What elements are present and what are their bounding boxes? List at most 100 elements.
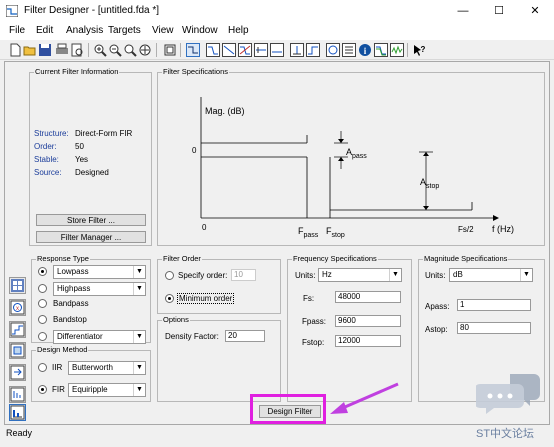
window-title: Filter Designer - [untitled.fda *]	[24, 5, 160, 16]
round-off-noise-icon[interactable]	[390, 43, 404, 57]
whats-this-icon[interactable]: ?	[412, 43, 426, 57]
fpass-field[interactable]: 9600	[335, 315, 401, 327]
apass-label: Apass	[346, 147, 367, 160]
astop-arrowhead-top	[423, 152, 429, 156]
maximize-button[interactable]: ☐	[484, 1, 514, 21]
title-bar: Filter Designer - [untitled.fda *] — ☐ ✕	[0, 0, 554, 22]
filter-order-title: Filter Order	[162, 254, 202, 263]
menu-window[interactable]: Window	[182, 25, 218, 36]
chevron-down-icon: ▼	[133, 331, 145, 343]
print-preview-icon[interactable]	[70, 43, 84, 57]
source-value: Designed	[75, 168, 109, 177]
phase-delay-icon[interactable]	[270, 43, 284, 57]
chevron-down-icon: ▼	[133, 266, 145, 278]
phase-response-icon[interactable]	[222, 43, 236, 57]
filter-manager-button[interactable]: Filter Manager ...	[36, 231, 146, 243]
structure-label: Structure:	[34, 129, 69, 138]
chevron-down-icon: ▼	[133, 362, 145, 374]
design-filter-panel-icon[interactable]	[9, 277, 26, 294]
chevron-down-icon: ▼	[133, 384, 145, 396]
astop-field[interactable]: 80	[457, 322, 531, 334]
design-filter-button[interactable]: Design Filter	[259, 405, 321, 418]
import-filter-icon[interactable]	[9, 364, 26, 381]
open-icon[interactable]	[23, 43, 37, 57]
group-delay-icon[interactable]	[254, 43, 268, 57]
density-factor-field[interactable]: 20	[225, 330, 265, 342]
bandpass-radio[interactable]	[38, 299, 47, 308]
zoom-fit-icon[interactable]	[123, 43, 137, 57]
chevron-down-icon: ▼	[389, 269, 401, 281]
apass-arrowhead-bottom	[338, 157, 344, 161]
save-icon[interactable]	[38, 43, 52, 57]
filter-info-icon[interactable]: i	[358, 43, 372, 57]
minimum-order-radio[interactable]	[165, 294, 174, 303]
stable-label: Stable:	[34, 155, 59, 164]
quantization-icon[interactable]	[9, 321, 26, 338]
magnitude-response-icon[interactable]	[206, 43, 220, 57]
store-filter-button[interactable]: Store Filter ...	[36, 214, 146, 226]
astop-label: Astop	[420, 177, 440, 190]
multirate-icon[interactable]	[9, 386, 26, 403]
fstop-field-label: Fstop:	[302, 338, 325, 347]
y-zero-label: 0	[192, 146, 197, 155]
differentiator-dropdown[interactable]: Differentiator ▼	[53, 330, 146, 344]
filter-specs-icon[interactable]	[186, 43, 200, 57]
apass-arrowhead-top	[338, 139, 344, 143]
bandpass-label: Bandpass	[53, 299, 89, 308]
full-view-icon[interactable]	[163, 43, 177, 57]
pole-zero-icon[interactable]	[326, 43, 340, 57]
fs-label: Fs:	[303, 294, 315, 303]
iir-label: IIR	[52, 363, 63, 372]
fs2-label: Fs/2	[458, 225, 474, 234]
apass-field[interactable]: 1	[457, 299, 531, 311]
impulse-response-icon[interactable]	[290, 43, 304, 57]
magnitude-estimate-icon[interactable]	[374, 43, 388, 57]
menu-view[interactable]: View	[152, 25, 174, 36]
y-axis-label: Mag. (dB)	[205, 106, 245, 116]
lowpass-dropdown[interactable]: Lowpass ▼	[53, 265, 146, 279]
highpass-dropdown[interactable]: Highpass ▼	[53, 282, 146, 296]
pan-icon[interactable]	[138, 43, 152, 57]
x-axis-label: f (Hz)	[492, 224, 514, 234]
bandstop-radio[interactable]	[38, 315, 47, 324]
new-icon[interactable]	[8, 43, 22, 57]
x-zero-label: 0	[202, 223, 207, 232]
astop-arrowhead-bottom	[423, 206, 429, 210]
differentiator-radio[interactable]	[38, 332, 47, 341]
minimize-button[interactable]: —	[448, 1, 478, 21]
filter-coefficients-icon[interactable]	[342, 43, 356, 57]
specify-order-field[interactable]: 10	[231, 269, 256, 281]
mag-units-dropdown[interactable]: dB ▼	[449, 268, 533, 282]
menu-targets[interactable]: Targets	[108, 25, 141, 36]
bandstop-label: Bandstop	[53, 315, 87, 324]
step-response-icon[interactable]	[306, 43, 320, 57]
options-title: Options	[162, 315, 190, 324]
mag-units-label: Units:	[425, 271, 446, 280]
specify-order-radio[interactable]	[165, 271, 174, 280]
freq-units-dropdown[interactable]: Hz ▼	[318, 268, 402, 282]
iir-radio[interactable]	[38, 363, 47, 372]
fs-field[interactable]: 48000	[335, 291, 401, 303]
lowpass-radio[interactable]	[38, 267, 47, 276]
transform-filter-icon[interactable]	[9, 342, 26, 359]
fir-dropdown[interactable]: Equiripple ▼	[68, 383, 146, 397]
fstop-field[interactable]: 12000	[335, 335, 401, 347]
menu-help[interactable]: Help	[228, 25, 249, 36]
zoom-in-icon[interactable]	[93, 43, 107, 57]
design-filter-active-icon[interactable]	[9, 404, 26, 421]
fir-radio[interactable]	[38, 385, 47, 394]
highpass-radio[interactable]	[38, 284, 47, 293]
close-button[interactable]: ✕	[520, 1, 550, 21]
print-icon[interactable]	[55, 43, 69, 57]
options-group: Options Density Factor: 20	[157, 315, 281, 402]
freq-specs-group: Frequency Specifications Units: Hz ▼ Fs: …	[287, 254, 412, 402]
iir-dropdown[interactable]: Butterworth ▼	[68, 361, 146, 375]
stable-value: Yes	[75, 155, 89, 164]
menu-analysis[interactable]: Analysis	[66, 25, 103, 36]
menu-edit[interactable]: Edit	[36, 25, 53, 36]
pole-zero-editor-icon[interactable]: x	[9, 299, 26, 316]
zoom-out-icon[interactable]	[108, 43, 122, 57]
mag-phase-icon[interactable]	[238, 43, 252, 57]
toolbar-separator	[88, 43, 89, 57]
menu-file[interactable]: File	[9, 25, 25, 36]
